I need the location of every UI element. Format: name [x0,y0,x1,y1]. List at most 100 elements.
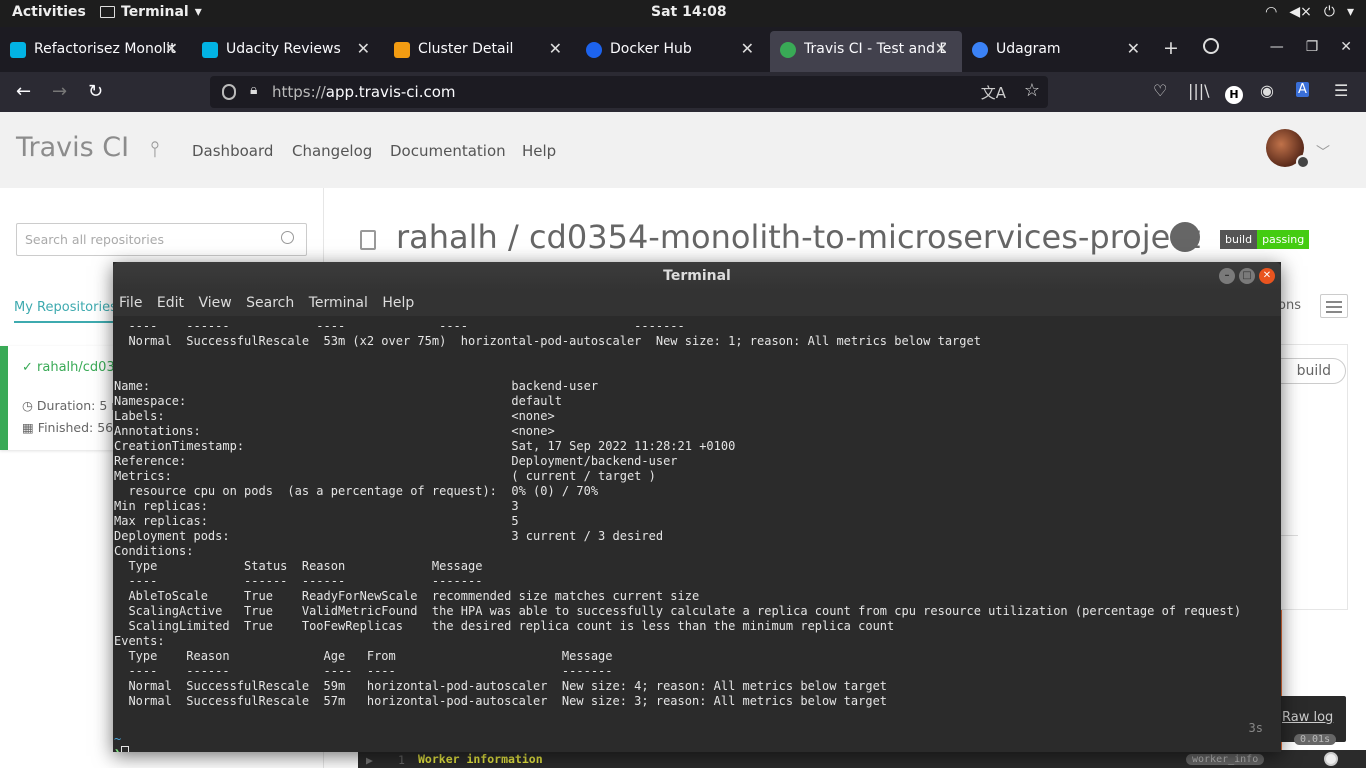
menu-help[interactable]: Help [382,295,414,311]
log-fold-tag: worker_info [1186,754,1265,765]
alarm-icon[interactable] [1203,38,1219,54]
system-top-bar: Activities Terminal ▾ Sat 14:08 ◠ ◀× ⏻ ▾ [0,0,1366,27]
minimize-icon[interactable]: — [1270,39,1284,55]
translate-icon[interactable]: 文A [981,82,1006,103]
library-icon[interactable]: |||\ [1188,81,1210,100]
log-time-badge: 0.01s [1294,734,1337,745]
close-icon[interactable]: ✕ [1340,39,1352,55]
build-status-badge[interactable]: build passing [1220,230,1310,249]
broadcast-tower-icon[interactable]: ⫯ [150,137,160,162]
badge-value: passing [1257,230,1310,249]
repo-title[interactable]: rahalh / cd0354-monolith-to-microservice… [396,218,1200,256]
shield-icon[interactable] [222,84,236,100]
wifi-icon: ◠ [1265,4,1278,20]
system-tray[interactable]: ◠ ◀× ⏻ ▾ [1265,4,1354,20]
browser-tab-bar: Refactorisez Monolit ✕ Udacity Reviews ✕… [0,27,1366,72]
close-tab-icon[interactable]: ✕ [357,39,370,58]
clock[interactable]: Sat 14:08 [651,4,727,20]
terminal-output-area[interactable]: ---- ------ ---- ---- ------- Normal Suc… [113,316,1281,752]
travis-icon [780,42,796,58]
tab-label: Travis CI - Test and D [804,41,946,57]
travis-logo[interactable]: Travis CI [16,132,129,163]
travis-header: Travis CI ⫯ Dashboard Changelog Document… [0,112,1366,188]
browser-tab[interactable]: Refactorisez Monolit ✕ [0,27,192,72]
udagram-icon [972,42,988,58]
terminal-titlebar[interactable]: Terminal – □ ✕ [113,262,1281,290]
back-arrow-icon[interactable]: ← [16,81,31,102]
calendar-icon: ▦ [22,420,38,435]
close-tab-icon[interactable]: ✕ [165,39,178,58]
new-tab-button[interactable]: + [1163,37,1179,59]
pocket-icon[interactable]: ♡ [1153,81,1167,100]
search-placeholder: Search all repositories [25,232,164,247]
divider [1278,535,1298,536]
browser-tab[interactable]: Docker Hub ✕ [576,27,768,72]
log-line-number: 1 [398,753,405,767]
padlock-icon[interactable]: 🔒︎ [250,82,257,98]
hamburger-menu-icon[interactable] [1320,294,1348,318]
translate-extension-icon[interactable]: A [1296,82,1309,97]
bookmark-star-icon[interactable]: ☆ [1024,80,1040,101]
search-icon [281,231,294,244]
maximize-icon[interactable]: □ [1239,268,1255,284]
maximize-icon[interactable]: ❐ [1306,39,1319,55]
address-bar[interactable]: 🔒︎ https://app.travis-ci.com 文A ☆ [210,76,1048,108]
close-tab-icon[interactable]: ✕ [741,39,754,58]
repo-card-name[interactable]: ✓ rahalh/cd03 [22,360,115,375]
menu-edit[interactable]: Edit [157,295,184,311]
minimize-icon[interactable]: – [1219,268,1235,284]
extension-owl-icon[interactable]: ◉ [1260,81,1274,100]
caret-down-icon: ▾ [194,4,202,20]
more-options-label[interactable]: ons [1278,298,1301,313]
forward-arrow-icon[interactable]: → [52,81,67,102]
github-icon[interactable] [1170,222,1200,252]
tab-my-repositories[interactable]: My Repositories [14,300,117,323]
terminal-window[interactable]: Terminal – □ ✕ File Edit View Search Ter… [113,262,1281,752]
nav-documentation[interactable]: Documentation [390,142,506,160]
menu-search[interactable]: Search [246,295,294,311]
power-icon: ⏻ [1323,4,1335,20]
repo-card-duration: ◷ Duration: 5 m [22,398,124,413]
url-text[interactable]: https://app.travis-ci.com [272,83,456,101]
menu-terminal[interactable]: Terminal [309,295,368,311]
aws-cube-icon [394,42,410,58]
command-duration: 3s [1248,721,1263,735]
repo-search-input[interactable]: Search all repositories [16,223,307,256]
browser-tab[interactable]: Cluster Detail ✕ [384,27,576,72]
menu-view[interactable]: View [198,295,231,311]
chevron-down-icon[interactable]: ﹀ [1316,142,1330,162]
terminal-menubar: File Edit View Search Terminal Help [113,290,1281,316]
scroll-top-icon[interactable] [1324,752,1338,766]
tab-label: Udacity Reviews [226,41,341,57]
check-icon: ✓ [22,360,38,375]
close-tab-icon[interactable]: ✕ [935,39,948,58]
nav-help[interactable]: Help [522,142,556,160]
reload-icon[interactable]: ↻ [88,81,103,102]
nav-dashboard[interactable]: Dashboard [192,142,273,160]
extension-h-icon[interactable]: H [1225,83,1243,104]
nav-changelog[interactable]: Changelog [292,142,372,160]
activities-button[interactable]: Activities [12,4,86,20]
browser-tab[interactable]: Udagram ✕ [962,27,1154,72]
repo-card-finished: ▦ Finished: 56 [22,420,114,435]
app-menu[interactable]: Terminal ▾ [100,4,202,20]
close-tab-icon[interactable]: ✕ [549,39,562,58]
udacity-icon [10,42,26,58]
job-log: ▶ 1 Worker information 0.01s worker_info [358,734,1366,768]
terminal-icon [100,6,115,18]
close-tab-icon[interactable]: ✕ [1127,39,1140,58]
log-line-text[interactable]: Worker information [418,752,543,766]
terminal-window-buttons: – □ ✕ [1219,268,1275,284]
tab-label: Refactorisez Monolit [34,41,176,57]
menu-file[interactable]: File [119,295,142,311]
browser-tab[interactable]: Udacity Reviews ✕ [192,27,384,72]
shell-prompt[interactable]: ~ ❯ [114,732,130,752]
tab-label: Docker Hub [610,41,692,57]
browser-tab-active[interactable]: Travis CI - Test and D ✕ [770,31,962,72]
terminal-title: Terminal [663,268,731,284]
close-icon[interactable]: ✕ [1259,268,1275,284]
expand-arrow-icon[interactable]: ▶ [366,753,373,767]
prompt-cwd: ~ [114,732,122,746]
volume-muted-icon: ◀× [1289,4,1312,20]
hamburger-menu-icon[interactable]: ☰ [1334,81,1348,100]
